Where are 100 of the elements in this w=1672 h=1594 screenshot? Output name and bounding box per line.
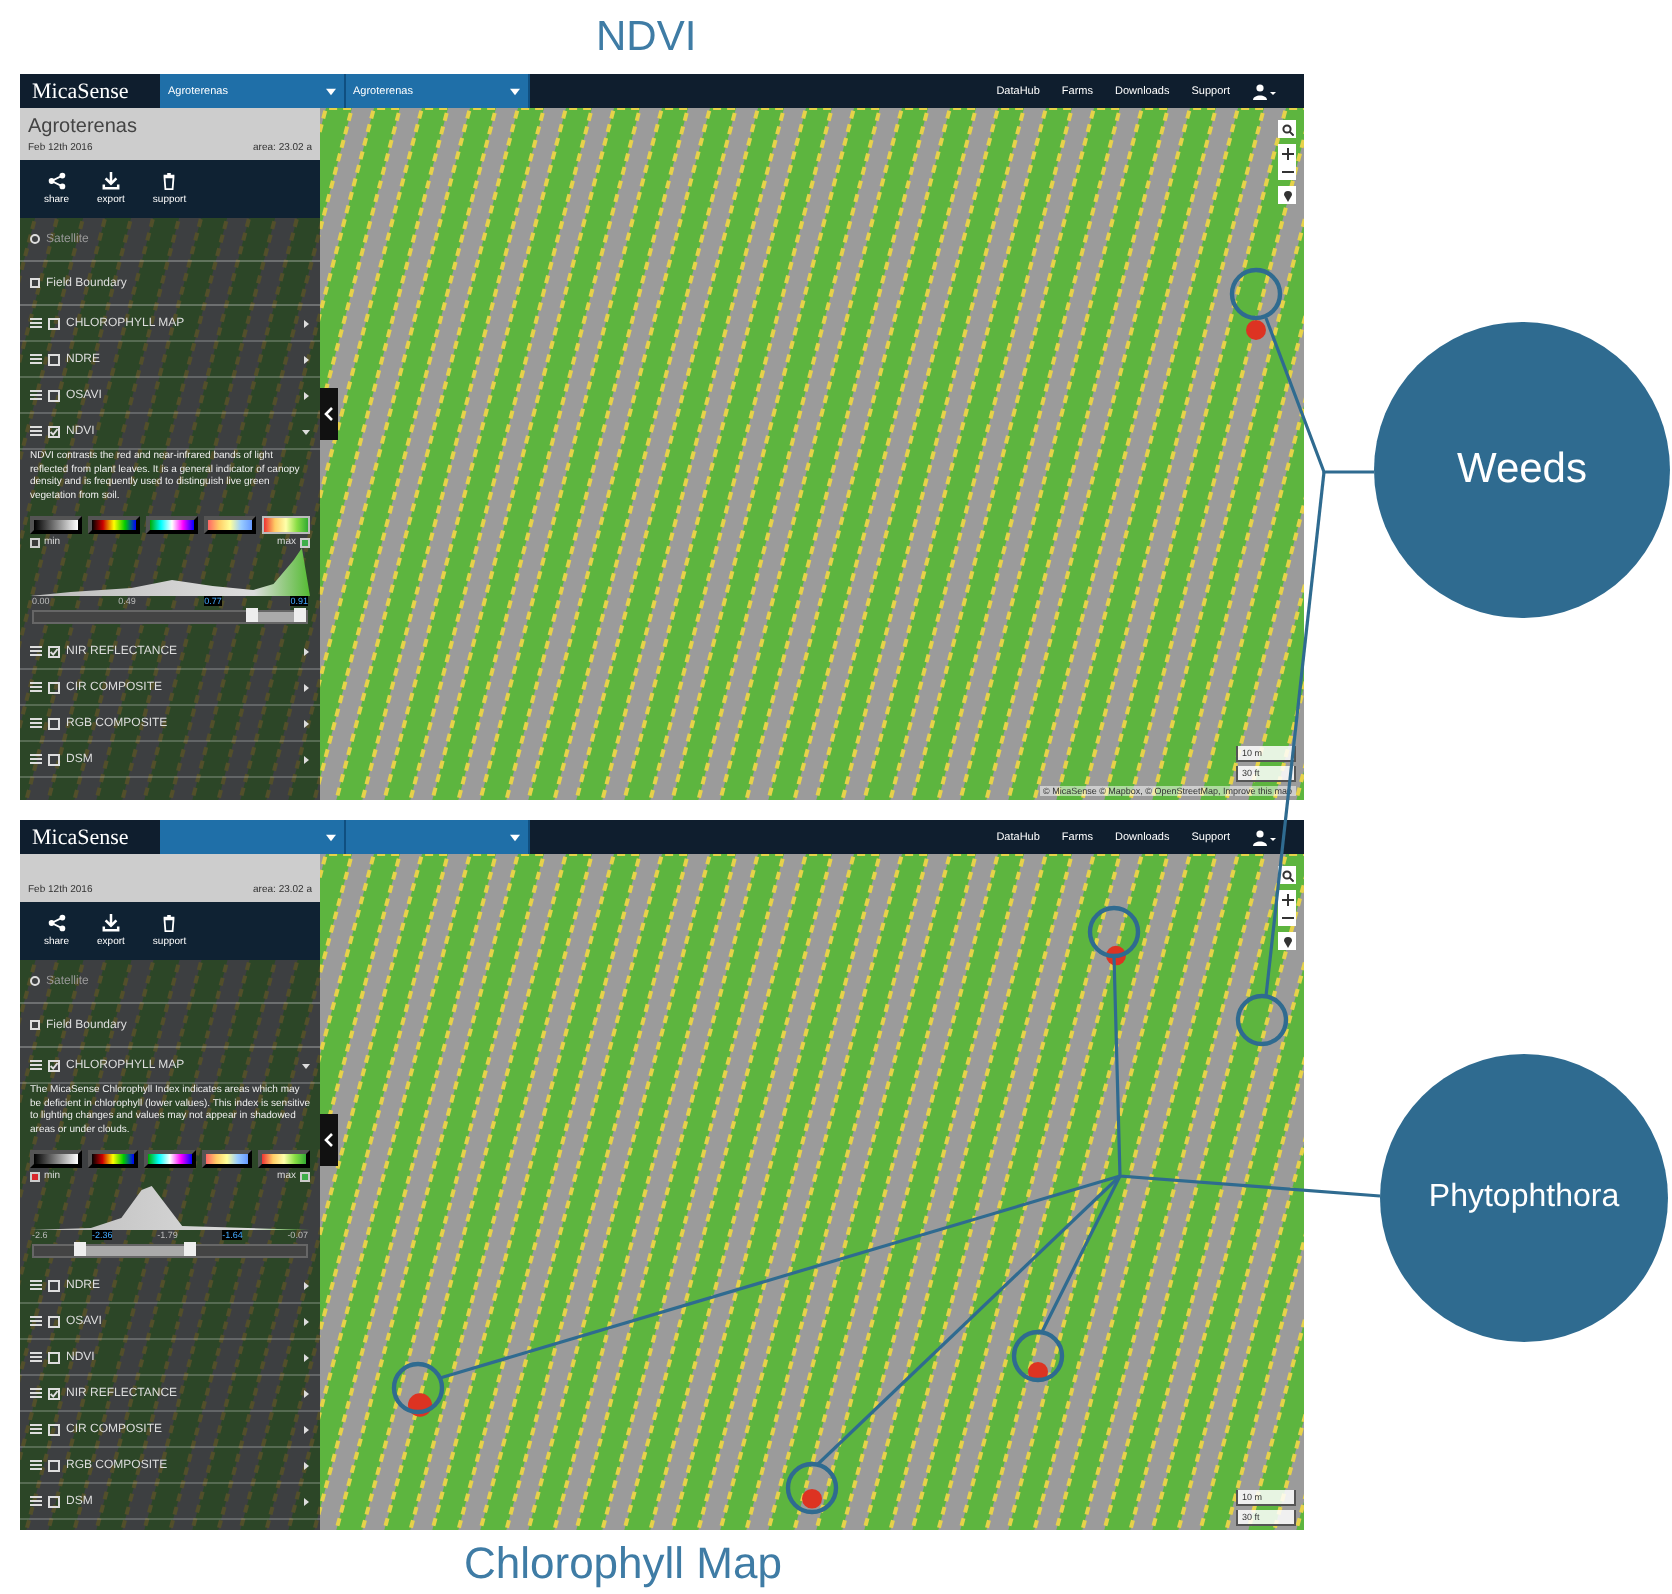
- caret-icon: [510, 833, 520, 841]
- checkbox[interactable]: [48, 425, 60, 437]
- slider-thumb[interactable]: [245, 608, 258, 623]
- caret-icon[interactable]: [302, 391, 310, 399]
- download-icon: [101, 914, 120, 932]
- color-palette-swatch[interactable]: [88, 516, 140, 535]
- max-color-swatch[interactable]: [300, 537, 310, 548]
- checkbox[interactable]: [48, 317, 60, 329]
- caret-icon[interactable]: [302, 647, 310, 656]
- drag-handle-icon[interactable]: [30, 1060, 42, 1070]
- drag-handle-icon[interactable]: [30, 426, 42, 436]
- checkbox[interactable]: [48, 1387, 60, 1400]
- checkbox[interactable]: [30, 1020, 40, 1030]
- pin-icon: [1281, 935, 1293, 947]
- caret-icon[interactable]: [302, 1353, 310, 1362]
- checkbox[interactable]: [48, 753, 60, 766]
- color-palette-swatch[interactable]: [204, 516, 256, 535]
- zoom-out-button[interactable]: [1278, 162, 1296, 180]
- drag-handle-icon[interactable]: [30, 754, 42, 765]
- max-color-swatch[interactable]: [300, 1171, 310, 1182]
- checkbox[interactable]: [48, 1495, 60, 1508]
- logo[interactable]: MicaSense: [20, 820, 160, 854]
- user-icon[interactable]: [1252, 829, 1276, 845]
- slider-thumb[interactable]: [294, 608, 307, 623]
- caret-icon[interactable]: [302, 319, 310, 327]
- color-palette-swatch[interactable]: [87, 1150, 139, 1169]
- collapse-sidebar-button[interactable]: [320, 1114, 338, 1166]
- highlight-circle: [1011, 1329, 1065, 1383]
- drag-handle-icon[interactable]: [30, 1496, 42, 1507]
- color-palette-swatch[interactable]: [30, 516, 82, 535]
- location-pin-button[interactable]: [1278, 932, 1296, 950]
- caret-icon[interactable]: [302, 719, 310, 728]
- range-slider[interactable]: [32, 1244, 308, 1259]
- drag-handle-icon[interactable]: [30, 318, 42, 328]
- color-palette-swatch[interactable]: [262, 516, 310, 535]
- drag-handle-icon[interactable]: [30, 682, 42, 693]
- callout-bubble: Phytophthora: [1380, 1054, 1668, 1342]
- color-palette-swatch[interactable]: [258, 1150, 310, 1169]
- checkbox[interactable]: [48, 1279, 60, 1292]
- min-color-swatch[interactable]: [30, 537, 40, 548]
- checkbox[interactable]: [30, 278, 40, 288]
- user-icon[interactable]: [1252, 83, 1276, 99]
- logo[interactable]: MicaSense: [20, 74, 160, 108]
- drag-handle-icon[interactable]: [30, 718, 42, 729]
- drag-handle-icon[interactable]: [30, 1388, 42, 1399]
- checkbox[interactable]: [48, 353, 60, 365]
- farm-name: Agroterenas: [28, 116, 139, 138]
- range-slider[interactable]: [32, 610, 308, 625]
- caret-icon[interactable]: [302, 1425, 310, 1434]
- download-icon: [101, 172, 120, 190]
- search-button[interactable]: [1278, 120, 1296, 138]
- color-palette-swatch[interactable]: [30, 1150, 82, 1169]
- caret-icon[interactable]: [302, 683, 310, 692]
- search-icon: [1281, 869, 1293, 881]
- location-pin-button[interactable]: [1278, 186, 1296, 204]
- checkbox[interactable]: [48, 717, 60, 730]
- min-color-swatch[interactable]: [30, 1171, 40, 1182]
- color-palette-swatch[interactable]: [146, 516, 198, 535]
- caret-icon[interactable]: [302, 355, 310, 363]
- checkbox[interactable]: [48, 1315, 60, 1328]
- radio-button[interactable]: [30, 976, 40, 986]
- highlight-circle: [391, 1361, 445, 1415]
- caret-icon[interactable]: [302, 1317, 310, 1326]
- caret-icon[interactable]: [302, 1461, 310, 1470]
- checkbox[interactable]: [48, 1059, 60, 1071]
- slider-thumb[interactable]: [74, 1242, 87, 1257]
- checkbox[interactable]: [48, 681, 60, 694]
- bin-icon: [160, 914, 179, 932]
- checkbox[interactable]: [48, 389, 60, 401]
- checkbox[interactable]: [48, 1423, 60, 1436]
- drag-handle-icon[interactable]: [30, 1460, 42, 1471]
- radio-button[interactable]: [30, 234, 40, 244]
- zoom-in-button[interactable]: [1278, 890, 1296, 908]
- caret-icon[interactable]: [302, 1281, 310, 1290]
- drag-handle-icon[interactable]: [30, 1280, 42, 1291]
- highlight-circle: [785, 1461, 839, 1515]
- drag-handle-icon[interactable]: [30, 1316, 42, 1327]
- caret-icon[interactable]: [302, 1389, 310, 1398]
- caret-icon[interactable]: [302, 427, 310, 435]
- color-palette-swatch[interactable]: [144, 1150, 196, 1169]
- checkbox[interactable]: [48, 645, 60, 658]
- drag-handle-icon[interactable]: [30, 646, 42, 657]
- chevron-left-icon: [324, 1132, 334, 1148]
- drag-handle-icon[interactable]: [30, 1424, 42, 1435]
- callout-bubble: Weeds: [1374, 322, 1670, 618]
- share-icon: [47, 914, 66, 932]
- plus-icon: [1281, 893, 1293, 905]
- color-palette-swatch[interactable]: [201, 1150, 253, 1169]
- checkbox[interactable]: [48, 1459, 60, 1472]
- drag-handle-icon[interactable]: [30, 354, 42, 364]
- zoom-out-button[interactable]: [1278, 908, 1296, 926]
- zoom-in-button[interactable]: [1278, 144, 1296, 162]
- bin-icon: [160, 172, 179, 190]
- drag-handle-icon[interactable]: [30, 1352, 42, 1363]
- collapse-sidebar-button[interactable]: [320, 388, 338, 440]
- caret-icon[interactable]: [302, 1497, 310, 1506]
- caret-icon[interactable]: [302, 755, 310, 764]
- caret-icon[interactable]: [302, 1061, 310, 1069]
- checkbox[interactable]: [48, 1351, 60, 1364]
- drag-handle-icon[interactable]: [30, 390, 42, 400]
